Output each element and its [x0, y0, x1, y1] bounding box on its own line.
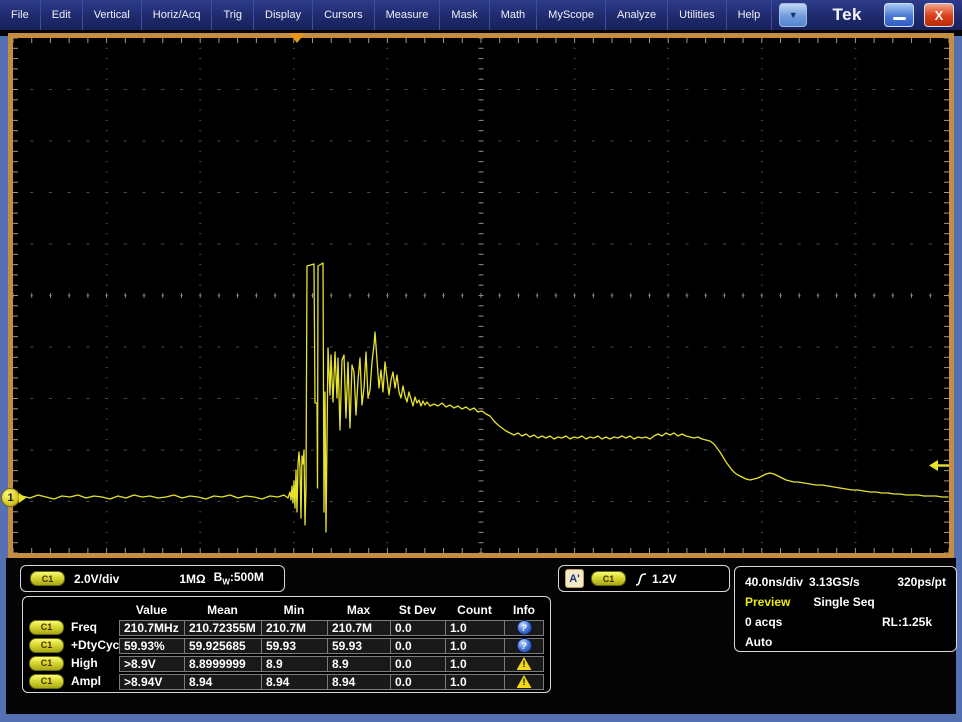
graticule-svg	[13, 38, 949, 553]
col-header-value: Value	[119, 603, 184, 617]
col-header-mean: Mean	[184, 603, 261, 617]
measurement-name: Freq	[71, 620, 97, 634]
menu-dropdown-button[interactable]: ▼	[779, 3, 807, 27]
waveform-display	[8, 33, 954, 558]
cell-mean: 8.94	[184, 674, 262, 690]
channel-badge: C1	[29, 656, 64, 671]
acquisition-status: Preview	[745, 595, 790, 609]
channel1-badge: 1	[1, 488, 20, 507]
menu-item-file[interactable]: File	[0, 0, 41, 30]
menu-item-vertical[interactable]: Vertical	[83, 0, 142, 30]
menu-item-display[interactable]: Display	[254, 0, 313, 30]
col-header-min: Min	[261, 603, 327, 617]
readout-area: C1 2.0V/div 1MΩ BW:500M A' C1 1.2V 40.0n…	[6, 558, 956, 714]
timebase-value: 40.0ns/div	[745, 575, 803, 589]
col-header-max: Max	[327, 603, 390, 617]
channel-badge: C1	[29, 674, 64, 689]
cell-min: 8.94	[261, 674, 328, 690]
col-header-count: Count	[445, 603, 504, 617]
close-button[interactable]: X	[924, 3, 954, 27]
cell-stdev: 0.0	[390, 638, 446, 654]
trigger-level-marker[interactable]	[929, 459, 949, 477]
acquisition-count: 0 acqs	[745, 615, 782, 629]
sample-rate-value: 3.13GS/s	[809, 575, 860, 589]
arrow-right-icon	[19, 493, 26, 503]
cell-value: 210.7MHz	[119, 620, 185, 636]
cell-min: 210.7M	[261, 620, 328, 636]
cell-min: 59.93	[261, 638, 328, 654]
cell-stdev: 0.0	[390, 620, 446, 636]
menu-item-measure[interactable]: Measure	[375, 0, 441, 30]
measurement-name: High	[71, 656, 98, 670]
measurement-name: +DtyCyc	[71, 638, 119, 652]
bandwidth-readout: BW:500M	[214, 570, 264, 586]
channel-badge: C1	[30, 571, 65, 586]
info-question-icon[interactable]: ?	[517, 620, 532, 635]
menu-item-myscope[interactable]: MyScope	[537, 0, 606, 30]
menu-item-trig[interactable]: Trig	[212, 0, 254, 30]
trigger-level-value: 1.2V	[652, 572, 677, 586]
cell-value: 59.93%	[119, 638, 185, 654]
channel-badge: C1	[29, 638, 64, 653]
horizontal-panel[interactable]: 40.0ns/div 3.13GS/s 320ps/pt Preview Sin…	[734, 566, 957, 652]
channel-badge: C1	[29, 620, 64, 635]
minimize-icon	[893, 17, 906, 20]
tek-logo: Tek	[832, 5, 862, 25]
record-length: RL:1.25k	[882, 615, 932, 629]
menu-item-cursors[interactable]: Cursors	[313, 0, 375, 30]
channel1-reference-marker[interactable]: 1	[1, 488, 26, 507]
col-header-stdev: St Dev	[390, 603, 445, 617]
cell-count: 1.0	[445, 656, 505, 672]
rising-edge-icon	[634, 570, 648, 588]
menu-item-horiz-acq[interactable]: Horiz/Acq	[142, 0, 213, 30]
cell-mean: 8.8999999	[184, 656, 262, 672]
trigger-source-badge: A'	[565, 569, 584, 588]
measurement-table: Value Mean Min Max St Dev Count Info C1 F…	[22, 596, 551, 693]
cell-count: 1.0	[445, 674, 505, 690]
measurement-header-row: Value Mean Min Max St Dev Count Info	[23, 601, 550, 618]
acquisition-mode: Single Seq	[813, 595, 874, 609]
close-icon: X	[935, 9, 944, 22]
cell-value: >8.9V	[119, 656, 185, 672]
cell-max: 210.7M	[327, 620, 391, 636]
menu-item-math[interactable]: Math	[490, 0, 537, 30]
info-warning-icon[interactable]: !	[517, 657, 532, 670]
cell-mean: 59.925685	[184, 638, 262, 654]
titlebar: File Edit Vertical Horiz/Acq Trig Displa…	[0, 0, 962, 30]
info-warning-icon[interactable]: !	[517, 675, 532, 688]
cell-max: 8.94	[327, 674, 391, 690]
cell-count: 1.0	[445, 638, 505, 654]
resolution-value: 320ps/pt	[897, 575, 946, 589]
menu-item-utilities[interactable]: Utilities	[668, 0, 726, 30]
info-question-icon[interactable]: ?	[517, 638, 532, 653]
measurement-row-ampl: C1 Ampl >8.94V 8.94 8.94 8.94 0.0 1.0 !	[23, 672, 550, 690]
trigger-position-marker[interactable]	[289, 33, 305, 43]
menu-item-help[interactable]: Help	[727, 0, 773, 30]
cell-max: 59.93	[327, 638, 391, 654]
cell-value: >8.94V	[119, 674, 185, 690]
minimize-button[interactable]	[884, 3, 914, 27]
vertical-scale-panel[interactable]: C1 2.0V/div 1MΩ BW:500M	[20, 565, 285, 592]
input-impedance: 1MΩ	[179, 572, 205, 586]
measurement-name: Ampl	[71, 674, 101, 688]
menu-item-mask[interactable]: Mask	[440, 0, 489, 30]
trigger-mode: Auto	[745, 635, 772, 649]
trigger-panel[interactable]: A' C1 1.2V	[558, 565, 730, 592]
cell-count: 1.0	[445, 620, 505, 636]
cell-min: 8.9	[261, 656, 328, 672]
cell-stdev: 0.0	[390, 656, 446, 672]
oscilloscope-app: { "titlebar": { "brand": "Tek", "menu_it…	[0, 0, 962, 722]
cell-mean: 210.72355M	[184, 620, 262, 636]
cell-max: 8.9	[327, 656, 391, 672]
cell-stdev: 0.0	[390, 674, 446, 690]
trigger-channel-badge: C1	[591, 571, 626, 586]
chevron-down-icon: ▼	[789, 10, 798, 20]
measurement-row-dtycyc: C1 +DtyCyc 59.93% 59.925685 59.93 59.93 0…	[23, 636, 550, 654]
measurement-row-freq: C1 Freq 210.7MHz 210.72355M 210.7M 210.7M…	[23, 618, 550, 636]
menu-item-edit[interactable]: Edit	[41, 0, 83, 30]
measurement-row-high: C1 High >8.9V 8.8999999 8.9 8.9 0.0 1.0 !	[23, 654, 550, 672]
vertical-scale-value: 2.0V/div	[74, 572, 119, 586]
menu-item-analyze[interactable]: Analyze	[606, 0, 668, 30]
col-header-info: Info	[504, 603, 544, 617]
